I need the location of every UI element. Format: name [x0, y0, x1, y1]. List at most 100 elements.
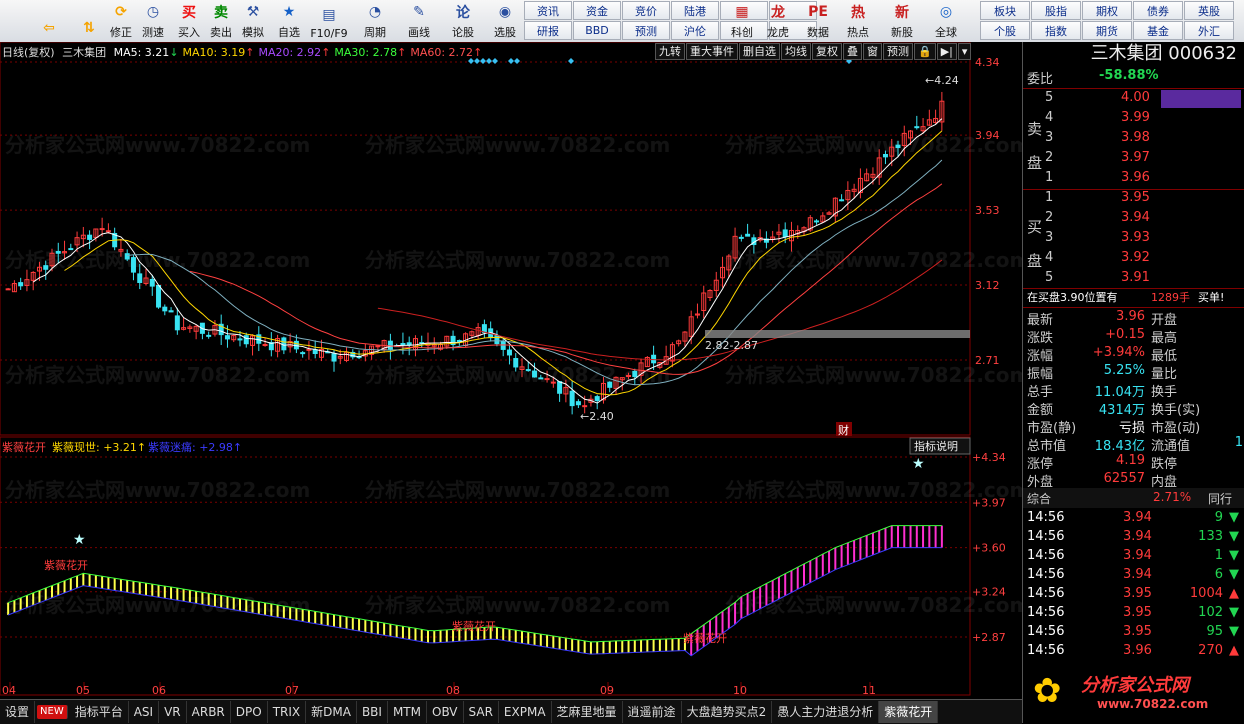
- toolbar-grid-button-7[interactable]: BBD: [573, 21, 621, 40]
- toolbar-mid-button-1[interactable]: 龙龙虎: [760, 2, 796, 40]
- indicator-tab-14[interactable]: 芝麻里地量: [552, 701, 623, 723]
- indicator-tab-13[interactable]: EXPMA: [499, 701, 552, 723]
- toolbar-mid-button-0[interactable]: ▦ 科创: [724, 2, 760, 40]
- candle-body: [331, 353, 337, 362]
- indicator-tab-8[interactable]: 新DMA: [306, 701, 357, 723]
- toolbar-button-2[interactable]: ⟳ 修正: [104, 2, 138, 40]
- sell-price[interactable]: 3.97: [1121, 150, 1150, 165]
- indicator-tab-9[interactable]: BBI: [357, 701, 388, 723]
- toolbar-grid-button-0[interactable]: 资讯: [524, 1, 572, 20]
- indicator-tab-5[interactable]: ARBR: [187, 701, 231, 723]
- flower-logo-icon: ✿: [1033, 671, 1062, 711]
- chart-button-1[interactable]: 重大事件: [686, 43, 738, 60]
- toolbar-button-6[interactable]: ⚒ 模拟: [236, 2, 270, 40]
- indicator-tab-4[interactable]: VR: [159, 701, 187, 723]
- indicator-tab-6[interactable]: DPO: [231, 701, 268, 723]
- indicator-tab-16[interactable]: 大盘趋势买点2: [682, 701, 773, 723]
- toolbar-mid-button-2[interactable]: PE 数据: [800, 2, 836, 40]
- market-button-9[interactable]: 外汇: [1184, 21, 1234, 40]
- toolbar-button-1[interactable]: ⇅: [72, 2, 106, 40]
- chart-button-5[interactable]: 叠: [843, 43, 862, 60]
- composite-label[interactable]: 综合: [1027, 490, 1051, 507]
- toolbar-button-3[interactable]: ◷ 测速: [136, 2, 170, 40]
- buy-price[interactable]: 3.93: [1121, 230, 1150, 245]
- cycle-icon: ◔: [368, 4, 382, 20]
- toolbar-grid-button-2[interactable]: 竞价: [622, 1, 670, 20]
- toolbar-button-4[interactable]: 买买入: [172, 2, 206, 40]
- event-diamond-icon[interactable]: [568, 58, 574, 64]
- chart-button-9[interactable]: ▶|: [936, 43, 957, 60]
- toolbar-grid-button-9[interactable]: 沪伦: [671, 21, 719, 40]
- toolbar-mid-button-4[interactable]: 新新股: [884, 2, 920, 40]
- chart-button-2[interactable]: 删自选: [739, 43, 780, 60]
- stat-value: +0.15: [1105, 327, 1145, 342]
- toolbar-button-0[interactable]: ⇦: [32, 2, 66, 40]
- same-trade-tab[interactable]: 同行: [1208, 490, 1232, 507]
- market-button-8[interactable]: 基金: [1133, 21, 1183, 40]
- tick-price: 3.94: [1123, 567, 1152, 582]
- chart-button-4[interactable]: 复权: [812, 43, 842, 60]
- chart-area[interactable]: 分析家公式网www.70822.com 分析家公式网www.70822.com 分析…: [0, 42, 1022, 699]
- market-button-5[interactable]: 个股: [980, 21, 1030, 40]
- toolbar-button-8[interactable]: ▤ F10/F9: [310, 2, 347, 40]
- buy-icon: 买: [182, 5, 196, 21]
- indicator-tab-2[interactable]: 指标平台: [70, 701, 129, 723]
- toolbar-button-10[interactable]: ✎ 画线: [402, 2, 436, 40]
- indicator-tab-17[interactable]: 愚人主力进退分析: [772, 701, 880, 723]
- toolbar-mid-button-3[interactable]: 热热点: [840, 2, 876, 40]
- market-button-6[interactable]: 指数: [1031, 21, 1081, 40]
- chart-button-7[interactable]: 预测: [883, 43, 913, 60]
- candle-body: [544, 378, 550, 381]
- indicator-tab-15[interactable]: 逍遥前途: [623, 701, 682, 723]
- event-diamond-icon[interactable]: [508, 58, 514, 64]
- toolbar-button-9[interactable]: ◔ 周期: [358, 2, 392, 40]
- sell-price[interactable]: 3.96: [1121, 170, 1150, 185]
- market-button-2[interactable]: 期权: [1082, 1, 1132, 20]
- indicator-axis-label: +2.87: [972, 631, 1006, 644]
- x-axis-label: 11: [862, 684, 876, 697]
- kline-chart[interactable]: 分析家公式网www.70822.com 分析家公式网www.70822.com 分析…: [0, 42, 1022, 699]
- chart-button-6[interactable]: 窗: [863, 43, 882, 60]
- indicator-tab-0[interactable]: 设置: [0, 701, 36, 723]
- market-button-0[interactable]: 板块: [980, 1, 1030, 20]
- candle-body: [506, 349, 512, 356]
- toolbar-button-12[interactable]: ◉ 选股: [488, 2, 522, 40]
- event-diamond-icon[interactable]: [492, 58, 498, 64]
- market-button-1[interactable]: 股指: [1031, 1, 1081, 20]
- toolbar-grid-button-1[interactable]: 资金: [573, 1, 621, 20]
- toolbar-grid-button-8[interactable]: 预测: [622, 21, 670, 40]
- site-logo: ✿ 分析家公式网 www.70822.com: [1033, 667, 1243, 719]
- indicator-tab-11[interactable]: OBV: [427, 701, 464, 723]
- toolbar-button-5[interactable]: 卖卖出: [204, 2, 238, 40]
- buy-price[interactable]: 3.92: [1121, 250, 1150, 265]
- candle-body: [814, 220, 820, 223]
- toolbar-button-7[interactable]: ★ 自选: [272, 2, 306, 40]
- indicator-tab-1[interactable]: NEW: [37, 705, 68, 719]
- indicator-tab-12[interactable]: SAR: [464, 701, 499, 723]
- chart-button-8[interactable]: 🔒: [914, 43, 936, 60]
- toolbar-grid-button-3[interactable]: 陆港: [671, 1, 719, 20]
- indicator-tab-3[interactable]: ASI: [129, 701, 160, 723]
- buy-price[interactable]: 3.94: [1121, 210, 1150, 225]
- indicator-tab-18[interactable]: 紫薇花开: [879, 701, 939, 723]
- star-icon: ★: [282, 4, 296, 20]
- quote-panel: 三木集团 000632 委比 -58.88% 5 4.00 4 3.99 3 3.98 2 3.9…: [1022, 42, 1244, 723]
- chart-button-3[interactable]: 均线: [781, 43, 811, 60]
- sell-price[interactable]: 3.98: [1121, 130, 1150, 145]
- toolbar-grid-button-6[interactable]: 研报: [524, 21, 572, 40]
- indicator-tab-7[interactable]: TRIX: [268, 701, 307, 723]
- sell-price[interactable]: 3.99: [1121, 110, 1150, 125]
- chart-button-0[interactable]: 九转: [655, 43, 685, 60]
- market-button-4[interactable]: 英股: [1184, 1, 1234, 20]
- buy-price[interactable]: 3.95: [1121, 190, 1150, 205]
- chart-button-10[interactable]: ▾: [957, 43, 972, 60]
- buy-price[interactable]: 3.91: [1121, 270, 1150, 285]
- indicator-tab-10[interactable]: MTM: [388, 701, 427, 723]
- sell-price[interactable]: 4.00: [1121, 90, 1150, 105]
- candle-body: [306, 348, 312, 351]
- market-button-7[interactable]: 期货: [1082, 21, 1132, 40]
- toolbar-button-11[interactable]: 论论股: [446, 2, 480, 40]
- event-diamond-icon[interactable]: [514, 58, 520, 64]
- market-button-3[interactable]: 债券: [1133, 1, 1183, 20]
- toolbar-mid-button-5[interactable]: ◎ 全球: [928, 2, 964, 40]
